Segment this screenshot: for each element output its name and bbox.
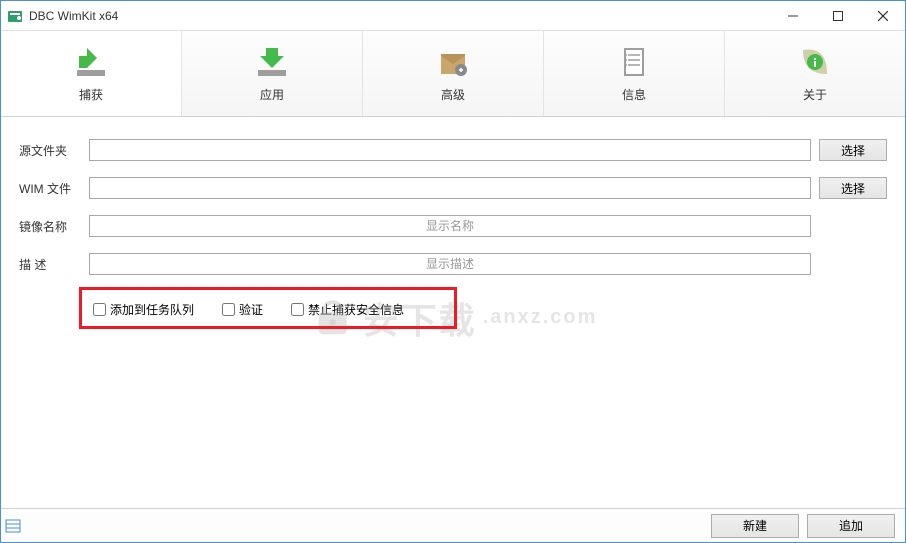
checkbox-add-to-queue-input[interactable] — [93, 303, 106, 316]
wim-file-input[interactable] — [89, 177, 811, 199]
checkbox-verify-input[interactable] — [222, 303, 235, 316]
window-titlebar: DBC WimKit x64 — [1, 1, 905, 31]
tab-about-label: 关于 — [803, 86, 827, 103]
about-icon — [797, 44, 833, 80]
description-input[interactable] — [89, 253, 811, 275]
maximize-button[interactable] — [815, 1, 860, 31]
checkbox-add-to-queue[interactable]: 添加到任务队列 — [93, 301, 194, 318]
info-icon — [616, 44, 652, 80]
checkbox-verify-label: 验证 — [239, 301, 263, 318]
footer-bar: 新建 追加 — [1, 508, 905, 542]
source-folder-select-button[interactable]: 选择 — [819, 139, 887, 161]
advanced-icon — [435, 44, 471, 80]
content-area: 安下载 .anxz.com 源文件夹 选择 WIM 文件 选择 镜像名称 描 述… — [1, 117, 905, 508]
image-name-input[interactable] — [89, 215, 811, 237]
checkbox-no-security-input[interactable] — [291, 303, 304, 316]
checkbox-add-to-queue-label: 添加到任务队列 — [110, 301, 194, 318]
append-button[interactable]: 追加 — [807, 514, 895, 538]
tab-capture[interactable]: 捕获 — [1, 31, 182, 116]
checkbox-verify[interactable]: 验证 — [222, 301, 263, 318]
checkbox-no-security[interactable]: 禁止捕获安全信息 — [291, 301, 404, 318]
tab-info[interactable]: 信息 — [544, 31, 725, 116]
tab-apply-label: 应用 — [260, 86, 284, 103]
main-toolbar: 捕获 应用 高级 信息 关于 — [1, 31, 905, 117]
checkbox-no-security-label: 禁止捕获安全信息 — [308, 301, 404, 318]
description-label: 描 述 — [19, 256, 89, 273]
window-title: DBC WimKit x64 — [29, 9, 118, 23]
wim-file-label: WIM 文件 — [19, 180, 89, 197]
tab-info-label: 信息 — [622, 86, 646, 103]
minimize-button[interactable] — [770, 1, 815, 31]
tab-advanced[interactable]: 高级 — [363, 31, 544, 116]
tab-advanced-label: 高级 — [441, 86, 465, 103]
tab-about[interactable]: 关于 — [725, 31, 905, 116]
source-folder-label: 源文件夹 — [19, 142, 89, 159]
source-folder-input[interactable] — [89, 139, 811, 161]
task-list-icon[interactable] — [5, 518, 21, 534]
new-button[interactable]: 新建 — [711, 514, 799, 538]
apply-icon — [254, 44, 290, 80]
wim-file-select-button[interactable]: 选择 — [819, 177, 887, 199]
app-icon — [7, 8, 23, 24]
close-button[interactable] — [860, 1, 905, 31]
tab-capture-label: 捕获 — [79, 86, 103, 103]
capture-icon — [73, 44, 109, 80]
image-name-label: 镜像名称 — [19, 218, 89, 235]
tab-apply[interactable]: 应用 — [182, 31, 363, 116]
